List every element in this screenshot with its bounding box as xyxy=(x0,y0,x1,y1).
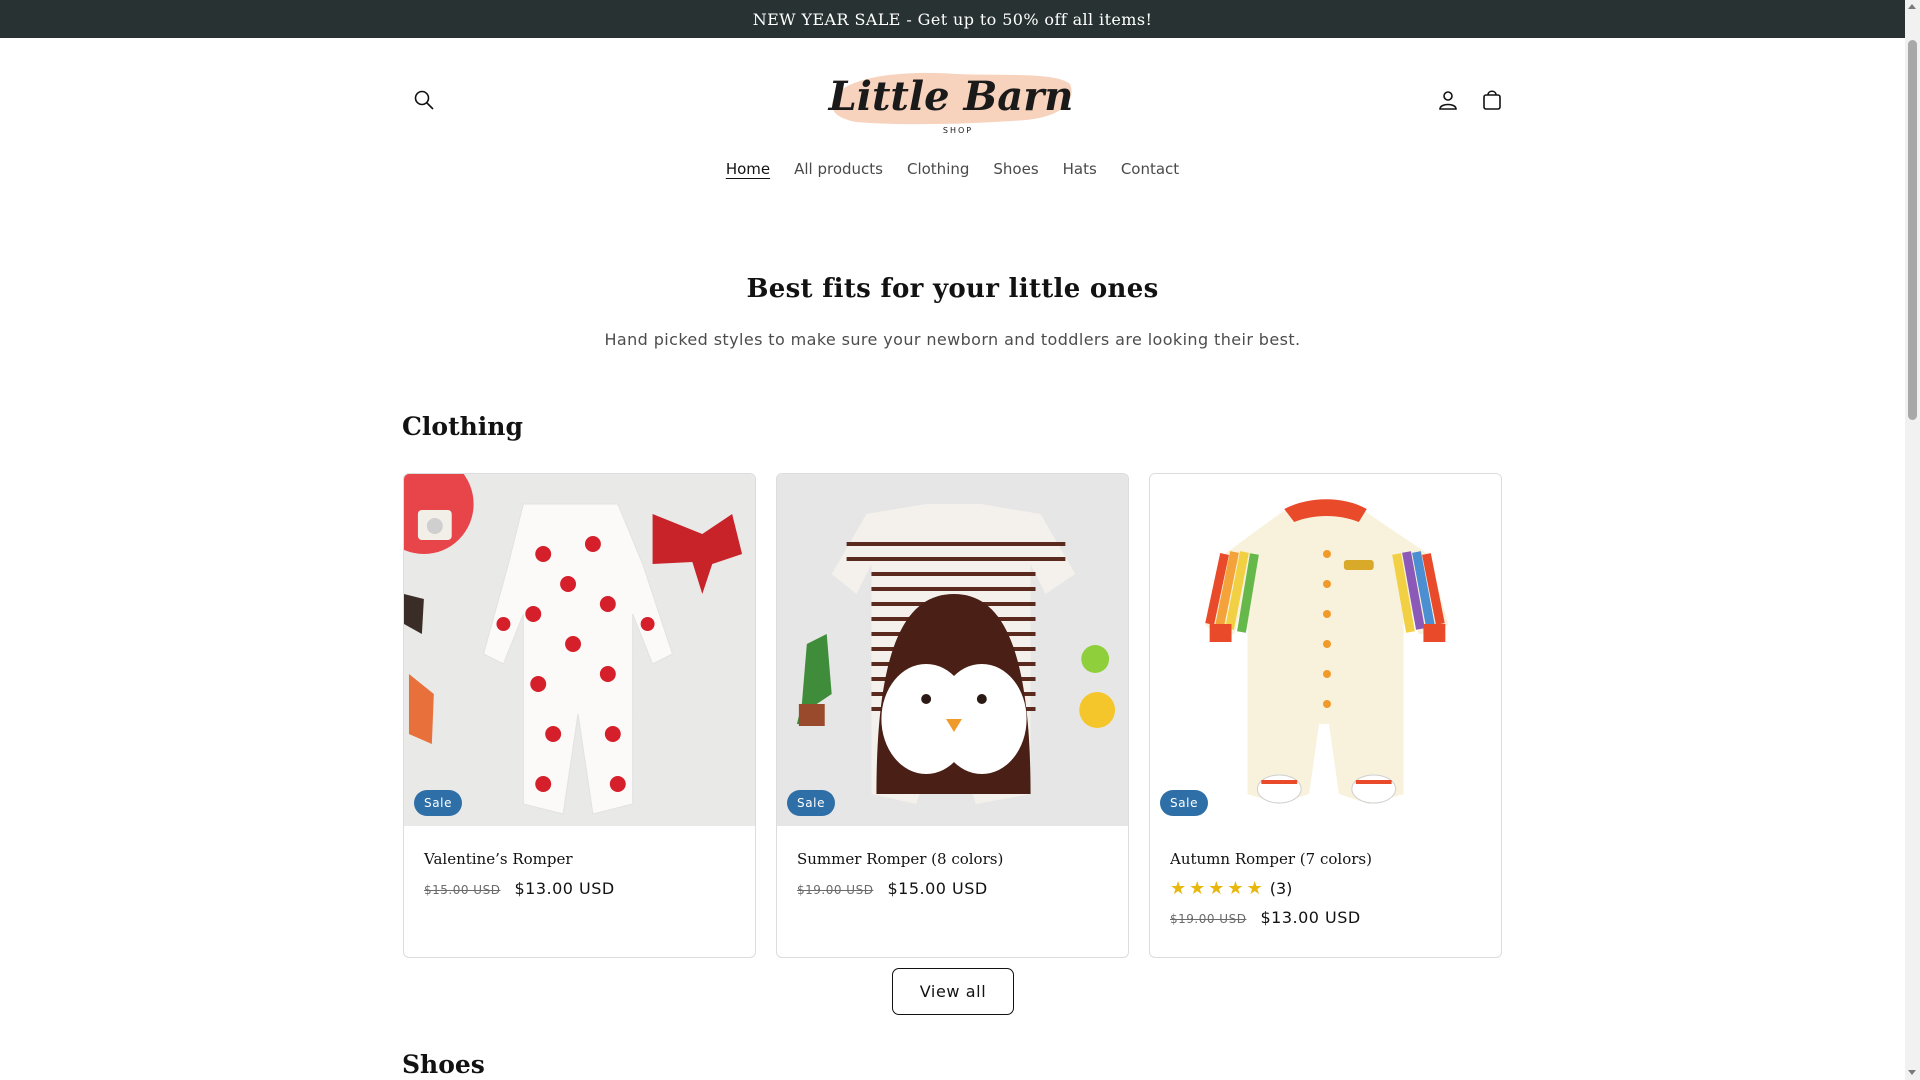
star-icon: ★ xyxy=(1208,877,1225,899)
nav-hats[interactable]: Hats xyxy=(1051,160,1109,178)
announcement-text: NEW YEAR SALE - Get up to 50% off all it… xyxy=(752,9,1153,29)
logo-wordmark: Little Barn xyxy=(828,73,1074,120)
sale-badge: Sale xyxy=(787,790,836,816)
product-title[interactable]: Autumn Romper (7 colors) xyxy=(1170,850,1372,868)
price-regular: $19.00 USD xyxy=(1170,912,1247,926)
rating-count: (3) xyxy=(1269,879,1293,898)
nav-shoes[interactable]: Shoes xyxy=(981,160,1050,178)
price-regular: $19.00 USD xyxy=(797,883,874,897)
price-row: $19.00 USD $13.00 USD xyxy=(1170,908,1361,927)
star-icon: ★ xyxy=(1246,877,1263,899)
page-scrollbar[interactable] xyxy=(1905,0,1920,1080)
scroll-down-arrow[interactable] xyxy=(1908,1070,1916,1075)
main-nav: Home All products Clothing Shoes Hats Co… xyxy=(0,160,1905,178)
product-title[interactable]: Valentine’s Romper xyxy=(424,850,573,868)
product-card-valentines-romper[interactable]: Sale Valentine’s Romper $15.00 USD $13.0… xyxy=(403,473,756,958)
hero-subtitle: Hand picked styles to make sure your new… xyxy=(604,330,1301,349)
scroll-up-arrow[interactable] xyxy=(1908,4,1916,9)
price-sale: $13.00 USD xyxy=(514,879,615,898)
nav-home[interactable]: Home xyxy=(714,160,782,178)
price-regular: $15.00 USD xyxy=(424,883,501,897)
scrollbar-thumb[interactable] xyxy=(1908,40,1917,420)
logo-subtext: SHOP xyxy=(943,126,973,135)
nav-contact[interactable]: Contact xyxy=(1109,160,1191,178)
clothing-heading: Clothing xyxy=(402,412,523,441)
price-sale: $15.00 USD xyxy=(887,879,988,898)
account-icon[interactable] xyxy=(1428,80,1468,120)
star-icon: ★ xyxy=(1189,877,1206,899)
shoes-heading: Shoes xyxy=(402,1050,485,1079)
price-row: $19.00 USD $15.00 USD xyxy=(797,879,988,898)
product-rating: ★ ★ ★ ★ ★ (3) xyxy=(1170,879,1292,898)
star-icon: ★ xyxy=(1227,877,1244,899)
search-icon[interactable] xyxy=(404,80,444,120)
product-image[interactable]: Sale xyxy=(404,474,755,826)
site-logo[interactable]: Little Barn SHOP xyxy=(826,58,1076,138)
announcement-bar: NEW YEAR SALE - Get up to 50% off all it… xyxy=(0,0,1905,38)
price-sale: $13.00 USD xyxy=(1260,908,1361,927)
sale-badge: Sale xyxy=(1160,790,1209,816)
nav-clothing[interactable]: Clothing xyxy=(895,160,981,178)
product-card-autumn-romper[interactable]: Sale Autumn Romper (7 colors) ★ ★ ★ ★ ★ … xyxy=(1149,473,1502,958)
hero-title: Best fits for your little ones xyxy=(746,274,1159,304)
product-title[interactable]: Summer Romper (8 colors) xyxy=(797,850,1003,868)
product-image[interactable]: Sale xyxy=(1150,474,1501,826)
price-row: $15.00 USD $13.00 USD xyxy=(424,879,615,898)
product-image[interactable]: Sale xyxy=(777,474,1128,826)
star-icon: ★ xyxy=(1170,877,1187,899)
cart-icon[interactable] xyxy=(1472,80,1512,120)
product-card-summer-romper[interactable]: Sale Summer Romper (8 colors) $19.00 USD… xyxy=(776,473,1129,958)
nav-all-products[interactable]: All products xyxy=(782,160,895,178)
view-all-button[interactable]: View all xyxy=(892,968,1014,1015)
sale-badge: Sale xyxy=(414,790,463,816)
